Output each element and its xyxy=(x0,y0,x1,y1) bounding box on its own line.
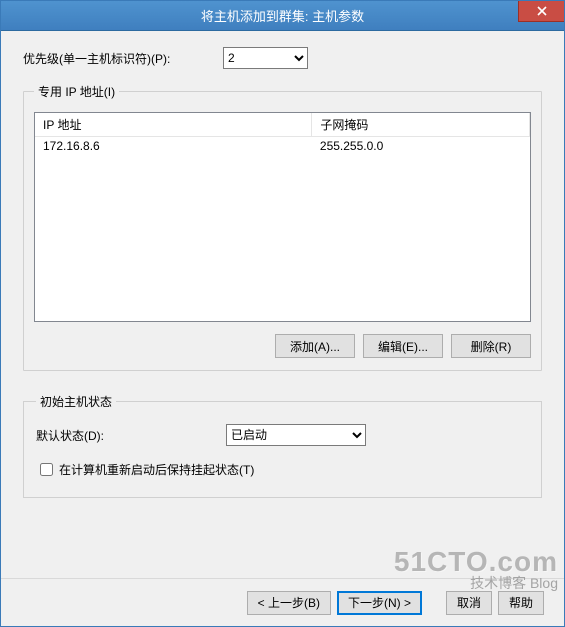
ip-table-container: IP 地址 子网掩码 172.16.8.6 255.255.0.0 xyxy=(34,112,531,322)
back-button[interactable]: < 上一步(B) xyxy=(247,591,331,615)
remove-button[interactable]: 删除(R) xyxy=(451,334,531,358)
help-button[interactable]: 帮助 xyxy=(498,591,544,615)
watermark-line1: 51CTO.com xyxy=(394,548,558,576)
window-title: 将主机添加到群集: 主机参数 xyxy=(1,6,564,25)
retain-suspended-checkbox[interactable] xyxy=(40,463,53,476)
dialog-body: 优先级(单一主机标识符)(P): 2 专用 IP 地址(I) IP 地址 子网掩… xyxy=(1,31,564,626)
dedicated-ip-legend: 专用 IP 地址(I) xyxy=(34,83,119,100)
priority-label: 优先级(单一主机标识符)(P): xyxy=(23,50,223,67)
close-icon xyxy=(537,6,547,16)
initial-host-state-legend: 初始主机状态 xyxy=(36,393,116,410)
dedicated-ip-group: 专用 IP 地址(I) IP 地址 子网掩码 172.16.8.6 255.25… xyxy=(23,83,542,371)
default-state-label: 默认状态(D): xyxy=(36,427,226,444)
dialog-window: 将主机添加到群集: 主机参数 优先级(单一主机标识符)(P): 2 专用 IP … xyxy=(0,0,565,627)
retain-suspended-row: 在计算机重新启动后保持挂起状态(T) xyxy=(36,460,529,479)
col-subnet-mask[interactable]: 子网掩码 xyxy=(312,113,530,137)
table-row[interactable]: 172.16.8.6 255.255.0.0 xyxy=(35,137,530,156)
ip-table-header-row: IP 地址 子网掩码 xyxy=(35,113,530,137)
edit-button[interactable]: 编辑(E)... xyxy=(363,334,443,358)
next-button[interactable]: 下一步(N) > xyxy=(337,591,422,615)
ip-table: IP 地址 子网掩码 172.16.8.6 255.255.0.0 xyxy=(35,113,530,155)
cancel-button[interactable]: 取消 xyxy=(446,591,492,615)
ip-buttons-row: 添加(A)... 编辑(E)... 删除(R) xyxy=(34,334,531,358)
cell-subnet-mask: 255.255.0.0 xyxy=(312,137,530,156)
titlebar: 将主机添加到群集: 主机参数 xyxy=(1,1,564,31)
add-button[interactable]: 添加(A)... xyxy=(275,334,355,358)
retain-suspended-label[interactable]: 在计算机重新启动后保持挂起状态(T) xyxy=(59,461,254,478)
default-state-select[interactable]: 已启动 xyxy=(226,424,366,446)
cell-ip-address: 172.16.8.6 xyxy=(35,137,312,156)
priority-row: 优先级(单一主机标识符)(P): 2 xyxy=(23,47,542,69)
default-state-row: 默认状态(D): 已启动 xyxy=(36,424,529,446)
wizard-footer: < 上一步(B) 下一步(N) > 取消 帮助 xyxy=(1,578,564,626)
col-ip-address[interactable]: IP 地址 xyxy=(35,113,312,137)
initial-host-state-group: 初始主机状态 默认状态(D): 已启动 在计算机重新启动后保持挂起状态(T) xyxy=(23,393,542,498)
close-button[interactable] xyxy=(518,1,564,22)
priority-select[interactable]: 2 xyxy=(223,47,308,69)
